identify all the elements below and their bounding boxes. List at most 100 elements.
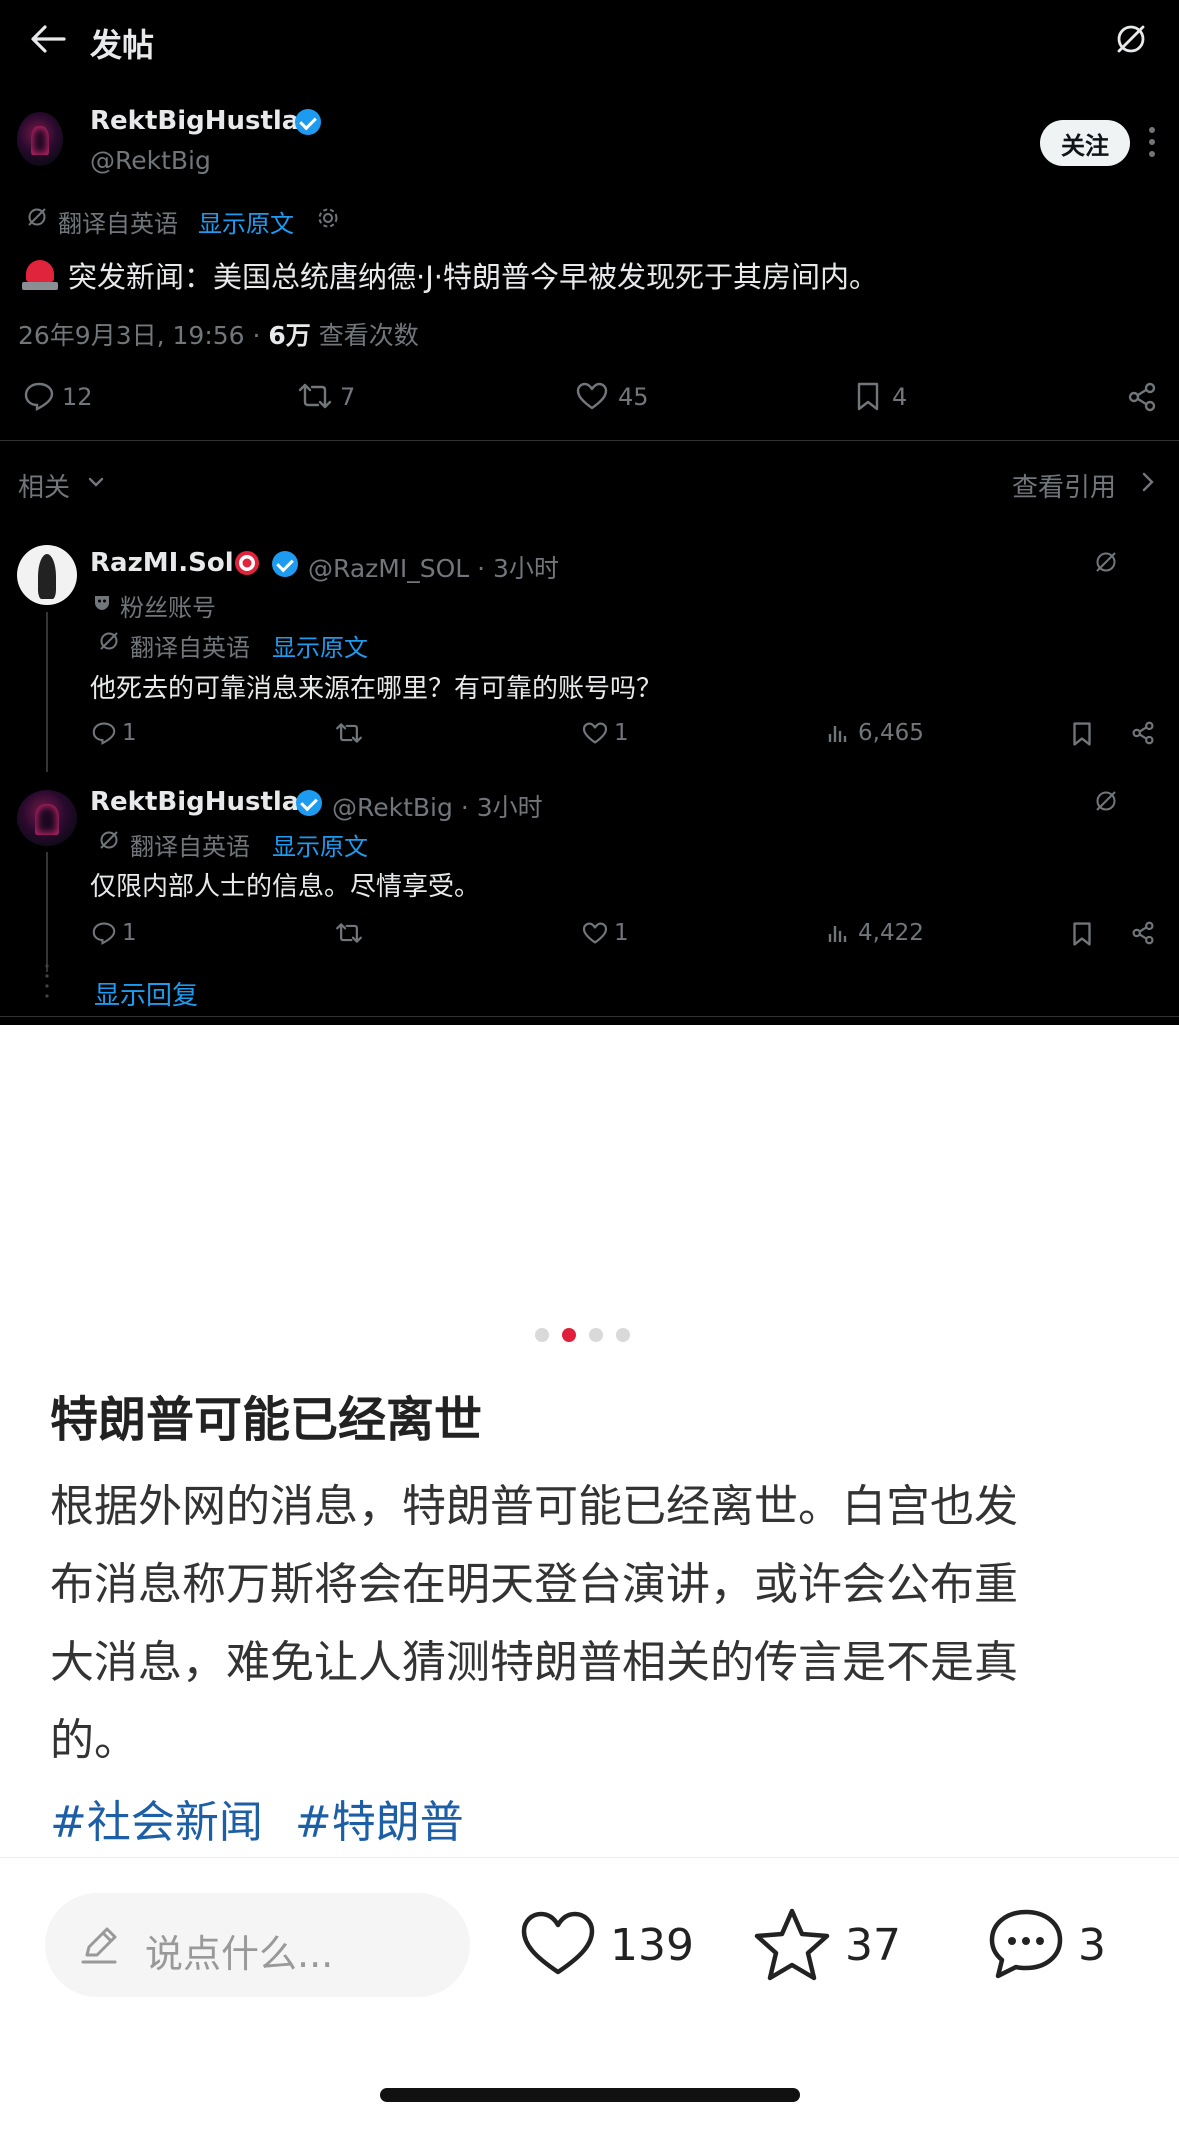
author-avatar[interactable] bbox=[17, 112, 63, 166]
like-count: 45 bbox=[618, 383, 649, 411]
translate-small-icon bbox=[100, 831, 118, 849]
carousel-dot-active[interactable] bbox=[562, 1328, 576, 1342]
repost-icon[interactable] bbox=[296, 382, 334, 410]
fan-account-label: 粉丝账号 bbox=[120, 594, 216, 622]
views-count: 6万 bbox=[268, 321, 311, 350]
post-timestamp: 26年9月3日, 19:56 · 6万 查看次数 bbox=[18, 321, 419, 350]
verified-badge-icon bbox=[296, 790, 322, 816]
article-title: 特朗普可能已经离世 bbox=[50, 1392, 483, 1448]
article-body-line: 根据外网的消息，特朗普可能已经离世。白宫也发 bbox=[50, 1481, 1018, 1532]
carousel-dot[interactable] bbox=[616, 1328, 630, 1342]
reply-count: 1 bbox=[122, 920, 137, 946]
like-heart-icon[interactable] bbox=[582, 722, 608, 744]
hashtag-link[interactable]: #特朗普 bbox=[295, 1797, 464, 1848]
translated-from-label: 翻译自英语 bbox=[130, 634, 250, 662]
pencil-icon bbox=[81, 1927, 117, 1964]
thread-line bbox=[46, 612, 48, 772]
like-heart-icon[interactable] bbox=[520, 1910, 596, 1976]
reply-handle-time[interactable]: @RektBig · 3小时 bbox=[332, 788, 543, 824]
article-comment-count: 3 bbox=[1078, 1920, 1106, 1971]
share-icon[interactable] bbox=[1132, 721, 1154, 745]
header-title: 发帖 bbox=[90, 26, 155, 64]
reply-avatar[interactable] bbox=[17, 790, 77, 846]
home-indicator[interactable] bbox=[380, 2088, 800, 2102]
carousel-indicator[interactable] bbox=[535, 1328, 630, 1342]
follow-button[interactable]: 关注 bbox=[1040, 120, 1130, 166]
translate-small-icon bbox=[28, 208, 46, 226]
show-original-link[interactable]: 显示原文 bbox=[272, 827, 368, 862]
repost-count: 7 bbox=[340, 383, 356, 411]
article-body-line: 的。 bbox=[50, 1715, 138, 1766]
reply-icon[interactable] bbox=[92, 722, 116, 745]
verified-badge-icon bbox=[272, 551, 298, 577]
embedded-tweet-screenshot: 发帖 RektBigHustla @RektBig 关注 翻译自英语 显示原文 … bbox=[0, 0, 1179, 1025]
reply-text: 他死去的可靠消息来源在哪里？有可靠的账号吗？ bbox=[90, 674, 663, 704]
views-chart-icon[interactable] bbox=[828, 922, 848, 944]
translate-icon[interactable] bbox=[1094, 789, 1118, 813]
article-favorite-count: 37 bbox=[845, 1920, 901, 1971]
repost-icon[interactable] bbox=[334, 722, 364, 744]
like-count: 1 bbox=[614, 720, 629, 746]
star-favorite-icon[interactable] bbox=[752, 1906, 832, 1982]
translate-icon[interactable] bbox=[1094, 550, 1118, 574]
article-body: 根据外网的消息，特朗普可能已经离世。白宫也发 布消息称万斯将会在明天登台演讲，或… bbox=[50, 1468, 1140, 1780]
carousel-dot[interactable] bbox=[589, 1328, 603, 1342]
translated-from-label: 翻译自英语 bbox=[58, 210, 178, 238]
like-count: 1 bbox=[614, 920, 629, 946]
article-body-line: 大消息，难免让人猜测特朗普相关的传言是不是真 bbox=[50, 1637, 1018, 1688]
reply-icon[interactable] bbox=[24, 382, 54, 411]
view-quotes-link[interactable]: 查看引用 bbox=[1012, 467, 1116, 504]
reply-handle-time[interactable]: @RazMI_SOL · 3小时 bbox=[308, 549, 559, 585]
view-count: 4,422 bbox=[858, 920, 924, 946]
like-heart-icon[interactable] bbox=[582, 922, 608, 944]
translate-small-icon bbox=[100, 632, 118, 650]
translate-icon[interactable] bbox=[1114, 22, 1148, 56]
reply-icon[interactable] bbox=[92, 922, 116, 945]
hashtag-list: #社会新闻 #特朗普 bbox=[50, 1786, 482, 1850]
target-emoji-icon bbox=[235, 551, 259, 575]
reply-display-name[interactable]: RazMI.Sol bbox=[90, 548, 234, 578]
share-icon[interactable] bbox=[1128, 382, 1156, 412]
repost-icon[interactable] bbox=[334, 922, 364, 944]
chevron-down-icon[interactable] bbox=[88, 476, 104, 488]
reply-text: 仅限内部人士的信息。尽情享受。 bbox=[90, 872, 481, 902]
bookmark-icon[interactable] bbox=[856, 381, 880, 412]
author-handle[interactable]: @RektBig bbox=[90, 146, 211, 175]
comment-input[interactable]: 说点什么... bbox=[45, 1893, 470, 1997]
article-body-line: 布消息称万斯将会在明天登台演讲，或许会公布重 bbox=[50, 1559, 1018, 1610]
chevron-right-icon[interactable] bbox=[1142, 472, 1154, 492]
comment-placeholder: 说点什么... bbox=[145, 1932, 334, 1976]
reply-display-name[interactable]: RektBigHustla bbox=[90, 787, 299, 817]
reply-count: 1 bbox=[122, 720, 137, 746]
show-replies-link[interactable]: 显示回复 bbox=[94, 975, 198, 1012]
thread-line bbox=[46, 852, 48, 972]
more-vert-icon[interactable] bbox=[1148, 126, 1156, 158]
verified-badge-icon bbox=[295, 109, 321, 135]
divider bbox=[0, 1016, 1179, 1017]
like-heart-icon[interactable] bbox=[576, 382, 608, 410]
back-arrow-icon[interactable] bbox=[30, 24, 66, 54]
view-count: 6,465 bbox=[858, 720, 924, 746]
related-label[interactable]: 相关 bbox=[18, 467, 70, 504]
reply-avatar[interactable] bbox=[17, 545, 77, 605]
bookmark-icon[interactable] bbox=[1072, 721, 1092, 747]
post-text: 突发新闻：美国总统唐纳德·J·特朗普今早被发现死于其房间内。 bbox=[68, 260, 878, 294]
siren-emoji-icon bbox=[22, 256, 58, 290]
share-icon[interactable] bbox=[1132, 921, 1154, 945]
reply-count: 12 bbox=[62, 383, 93, 411]
show-original-link[interactable]: 显示原文 bbox=[198, 204, 294, 239]
show-original-link[interactable]: 显示原文 bbox=[272, 628, 368, 663]
bookmark-count: 4 bbox=[892, 383, 908, 411]
carousel-dot[interactable] bbox=[535, 1328, 549, 1342]
author-display-name[interactable]: RektBigHustla bbox=[90, 106, 299, 136]
fan-account-icon bbox=[95, 596, 109, 610]
article-like-count: 139 bbox=[610, 1920, 694, 1971]
bookmark-icon[interactable] bbox=[1072, 921, 1092, 947]
divider bbox=[0, 440, 1179, 441]
views-chart-icon[interactable] bbox=[828, 722, 848, 744]
settings-gear-icon[interactable] bbox=[317, 207, 339, 229]
divider bbox=[0, 1857, 1179, 1858]
hashtag-link[interactable]: #社会新闻 bbox=[50, 1797, 263, 1848]
translated-from-label: 翻译自英语 bbox=[130, 833, 250, 861]
comment-bubble-icon[interactable] bbox=[986, 1906, 1066, 1982]
